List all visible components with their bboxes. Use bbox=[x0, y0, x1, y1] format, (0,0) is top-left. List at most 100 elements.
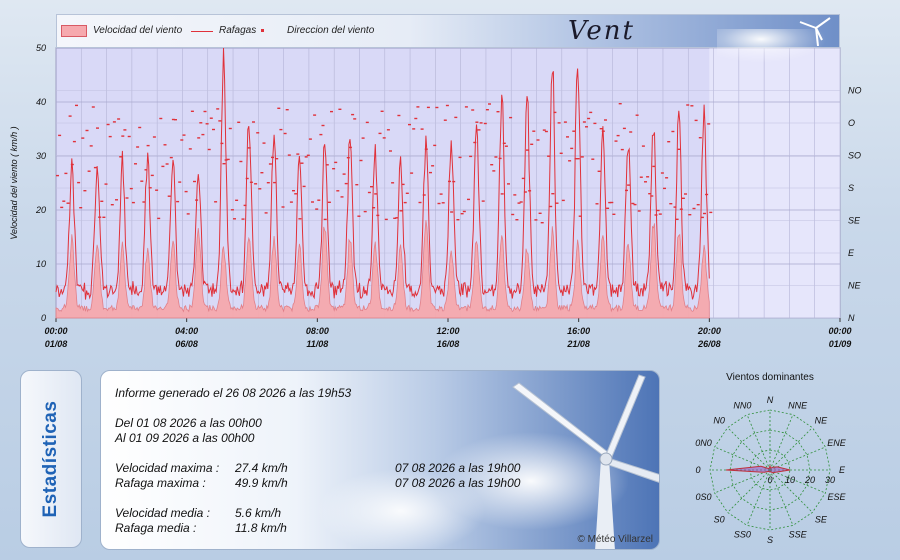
direction-marker bbox=[688, 214, 692, 216]
direction-marker bbox=[277, 107, 281, 109]
direction-marker bbox=[372, 207, 376, 209]
direction-marker bbox=[469, 155, 473, 158]
direction-marker bbox=[306, 154, 310, 156]
rose-direction-label: 0N0 bbox=[695, 438, 712, 448]
y-tick-label: 20 bbox=[35, 205, 46, 215]
direction-marker bbox=[458, 156, 462, 159]
max-gust-time: 07 08 2026 a las 19h00 bbox=[395, 476, 521, 490]
direction-marker bbox=[471, 109, 475, 111]
direction-marker bbox=[68, 115, 72, 117]
x-tick-date-label: 01/09 bbox=[829, 339, 852, 349]
direction-marker bbox=[515, 219, 519, 221]
direction-marker bbox=[698, 137, 702, 139]
direction-marker bbox=[481, 200, 485, 202]
direction-marker bbox=[585, 126, 588, 128]
direction-marker bbox=[507, 183, 510, 185]
direction-marker bbox=[159, 117, 163, 120]
rose-direction-label: N0 bbox=[713, 416, 725, 426]
direction-marker bbox=[184, 190, 188, 193]
direction-marker bbox=[405, 192, 409, 194]
direction-marker bbox=[212, 128, 215, 131]
direction-marker bbox=[87, 170, 91, 172]
direction-marker bbox=[673, 206, 677, 208]
direction-marker bbox=[304, 156, 308, 158]
direction-tick-label: N bbox=[848, 313, 855, 323]
direction-marker bbox=[684, 193, 687, 195]
rose-spoke bbox=[727, 469, 771, 513]
direction-marker bbox=[591, 158, 595, 160]
direction-marker bbox=[686, 104, 690, 106]
direction-marker bbox=[454, 116, 458, 119]
direction-marker bbox=[389, 150, 392, 152]
rose-spoke bbox=[727, 427, 771, 471]
direction-marker bbox=[597, 170, 601, 172]
direction-marker bbox=[534, 219, 538, 221]
direction-marker bbox=[568, 160, 572, 162]
direction-marker bbox=[519, 201, 523, 203]
direction-marker bbox=[289, 201, 293, 203]
direction-marker bbox=[100, 200, 104, 202]
rose-direction-label: S0 bbox=[714, 515, 725, 525]
direction-marker bbox=[488, 103, 491, 105]
direction-marker bbox=[319, 133, 323, 136]
max-gust-label: Rafaga maxima : bbox=[115, 476, 206, 490]
direction-legend-label: Direccion del viento bbox=[287, 25, 375, 36]
direction-marker bbox=[696, 204, 700, 206]
direction-marker bbox=[511, 213, 515, 216]
direction-marker bbox=[281, 206, 285, 208]
direction-marker bbox=[342, 173, 346, 175]
direction-marker bbox=[268, 163, 272, 165]
direction-marker bbox=[395, 217, 399, 219]
direction-marker bbox=[439, 193, 443, 195]
direction-marker bbox=[359, 159, 363, 162]
wind-turbine-icon bbox=[799, 17, 831, 46]
avg-speed-label: Velocidad media : bbox=[115, 506, 210, 520]
direction-marker bbox=[420, 128, 424, 130]
direction-marker bbox=[66, 202, 70, 204]
direction-marker bbox=[222, 163, 226, 165]
direction-marker bbox=[593, 122, 597, 125]
direction-marker bbox=[660, 172, 664, 174]
direction-marker bbox=[376, 214, 380, 217]
direction-marker bbox=[627, 184, 631, 186]
direction-marker bbox=[408, 123, 411, 126]
direction-marker bbox=[572, 130, 576, 132]
direction-marker bbox=[580, 156, 584, 158]
direction-marker bbox=[502, 142, 506, 144]
direction-marker bbox=[410, 172, 414, 174]
direction-tick-label: S bbox=[848, 183, 854, 193]
direction-marker bbox=[587, 117, 591, 120]
direction-marker bbox=[654, 214, 658, 216]
direction-marker bbox=[618, 103, 622, 105]
y-tick-label: 50 bbox=[36, 43, 46, 53]
direction-marker bbox=[652, 165, 656, 168]
direction-marker bbox=[382, 137, 386, 139]
direction-tick-label: O bbox=[848, 118, 855, 128]
direction-marker bbox=[540, 222, 544, 224]
x-tick-time-label: 20:00 bbox=[697, 326, 721, 336]
chart-legend: Velocidad del viento Rafagas Direccion d… bbox=[56, 14, 840, 63]
direction-marker bbox=[123, 129, 127, 131]
direction-marker bbox=[56, 174, 59, 177]
x-tick-time-label: 12:00 bbox=[436, 326, 459, 336]
direction-marker bbox=[91, 106, 95, 108]
rose-r-tick-label: 0 bbox=[767, 475, 772, 485]
direction-marker bbox=[125, 197, 129, 199]
direction-marker bbox=[509, 116, 513, 119]
rose-direction-label: SS0 bbox=[734, 530, 751, 540]
direction-marker bbox=[374, 193, 378, 195]
direction-marker bbox=[551, 193, 555, 195]
direction-marker bbox=[98, 216, 102, 218]
direction-marker bbox=[266, 182, 270, 184]
direction-marker bbox=[353, 118, 357, 120]
direction-marker bbox=[498, 157, 502, 160]
direction-marker bbox=[330, 110, 333, 113]
avg-gust-label: Rafaga media : bbox=[115, 521, 197, 535]
direction-marker bbox=[467, 198, 470, 201]
direction-marker bbox=[679, 208, 683, 210]
rose-r-tick-label: 30 bbox=[825, 475, 835, 485]
direction-marker bbox=[294, 193, 298, 195]
direction-marker bbox=[504, 145, 508, 147]
direction-marker bbox=[464, 106, 468, 108]
direction-marker bbox=[197, 137, 201, 139]
